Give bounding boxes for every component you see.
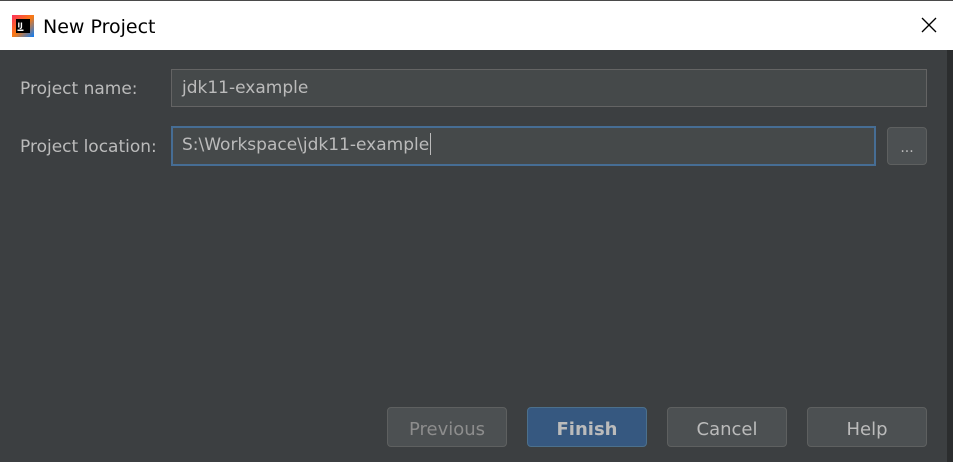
project-location-input[interactable]: S:\Workspace\jdk11-example: [171, 126, 876, 166]
project-name-value: jdk11-example: [182, 78, 309, 98]
window-title: New Project: [43, 16, 156, 38]
window-right-edge: [947, 50, 953, 462]
project-name-input[interactable]: jdk11-example: [171, 69, 927, 107]
cancel-button[interactable]: Cancel: [667, 407, 787, 447]
close-icon: [921, 17, 937, 33]
title-bar: IJ New Project: [0, 0, 953, 50]
previous-button[interactable]: Previous: [387, 407, 507, 447]
app-icon-text: IJ: [18, 22, 23, 30]
finish-button[interactable]: Finish: [527, 407, 647, 447]
browse-button[interactable]: ...: [887, 127, 927, 165]
project-name-label: Project name:: [20, 79, 138, 99]
close-button[interactable]: [905, 1, 953, 49]
new-project-dialog: IJ New Project Project name: jdk11-examp…: [0, 0, 953, 462]
text-caret: [430, 132, 432, 155]
project-location-label: Project location:: [20, 137, 157, 157]
intellij-idea-icon: IJ: [12, 15, 34, 37]
project-location-value: S:\Workspace\jdk11-example: [182, 135, 430, 155]
help-button[interactable]: Help: [807, 407, 927, 447]
